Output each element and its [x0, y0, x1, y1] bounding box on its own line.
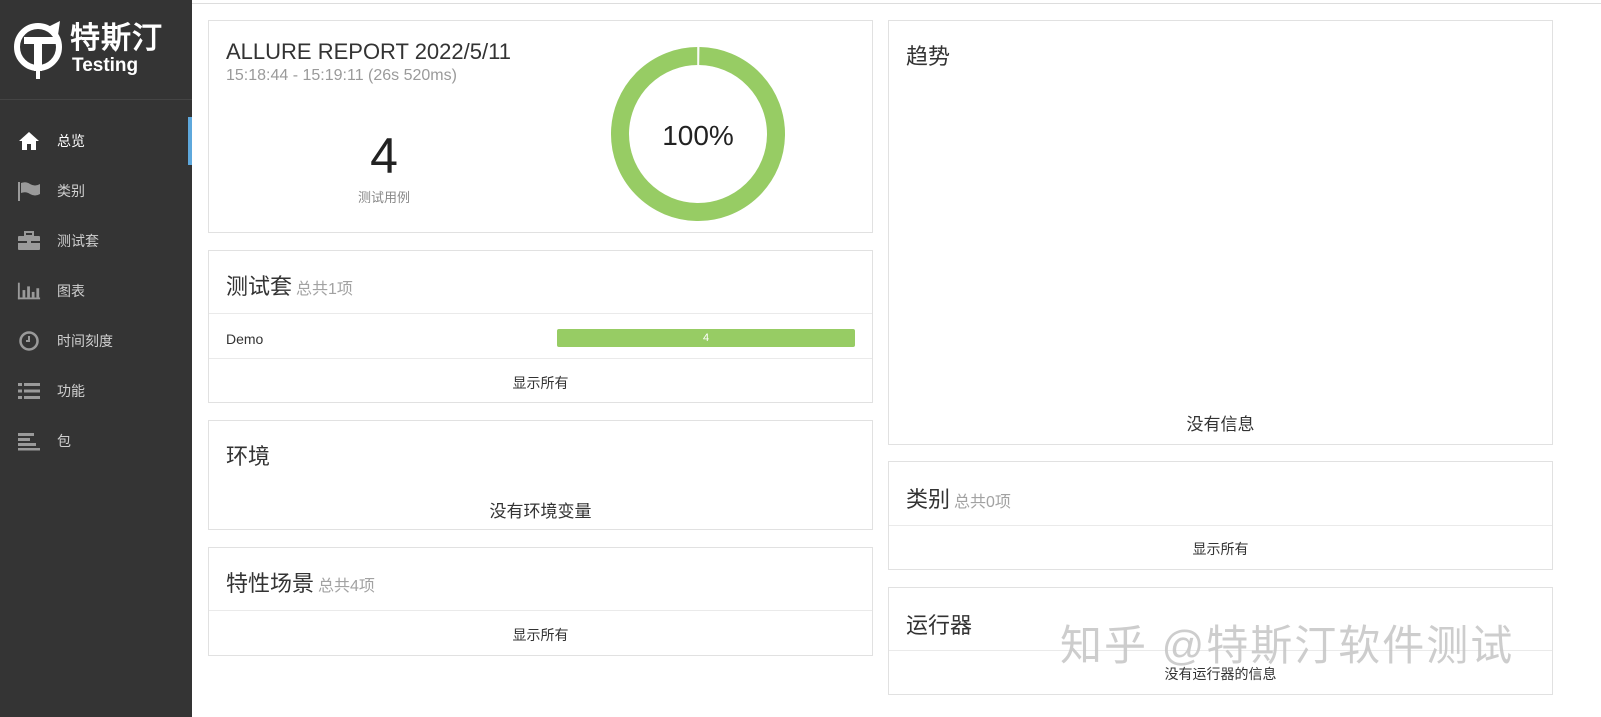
- features-show-all-link[interactable]: 显示所有: [209, 625, 872, 645]
- divider: [209, 610, 872, 611]
- sidebar-item-graphs[interactable]: 图表: [0, 266, 192, 316]
- divider: [209, 313, 872, 314]
- sidebar-item-label: 类别: [57, 183, 85, 199]
- sidebar-item-label: 包: [57, 433, 71, 449]
- suites-title-text: 测试套: [226, 274, 293, 299]
- suites-title: 测试套 总共1项: [226, 269, 353, 301]
- divider: [889, 525, 1552, 526]
- categories-title: 类别 总共0项: [906, 482, 1011, 514]
- sidebar: 特斯汀 Testing 总览 类别 测试套 图表 时间刻度 功能 包: [0, 0, 192, 717]
- test-cases-label: 测试用例: [357, 190, 410, 205]
- environment-empty-text: 没有环境变量: [489, 502, 592, 521]
- brand-logo-icon: [14, 20, 62, 79]
- sidebar-item-label: 测试套: [57, 233, 99, 249]
- sidebar-item-packages[interactable]: 包: [0, 416, 192, 466]
- features-title-text: 特性场景: [226, 571, 315, 596]
- sidebar-nav: 总览 类别 测试套 图表 时间刻度 功能 包: [0, 116, 192, 466]
- list-icon: [17, 379, 41, 403]
- divider: [209, 358, 872, 359]
- sidebar-item-categories[interactable]: 类别: [0, 166, 192, 216]
- environment-title: 环境: [226, 444, 271, 469]
- flag-icon: [17, 179, 41, 203]
- report-title: ALLURE REPORT 2022/5/11: [226, 39, 511, 64]
- divider: [889, 650, 1552, 651]
- brand-name-en: Testing: [72, 55, 139, 76]
- trend-title: 趋势: [906, 44, 951, 69]
- brand-logo[interactable]: 特斯汀 Testing: [0, 0, 192, 100]
- trend-widget: 趋势 没有信息: [888, 20, 1553, 445]
- summary-widget: ALLURE REPORT 2022/5/11 15:18:44 - 15:19…: [208, 20, 873, 233]
- sidebar-item-label: 图表: [57, 283, 85, 299]
- features-title: 特性场景 总共4项: [226, 566, 375, 598]
- sidebar-item-suites[interactable]: 测试套: [0, 216, 192, 266]
- briefcase-icon: [17, 229, 41, 253]
- features-widget: 特性场景 总共4项 显示所有: [208, 547, 873, 656]
- sidebar-item-overview[interactable]: 总览: [0, 116, 192, 166]
- align-left-icon: [17, 429, 41, 453]
- clock-icon: [17, 329, 41, 353]
- features-total: 总共4项: [318, 578, 375, 595]
- environment-widget: 环境 没有环境变量: [208, 420, 873, 530]
- sidebar-item-timeline[interactable]: 时间刻度: [0, 316, 192, 366]
- suites-show-all-link[interactable]: 显示所有: [209, 373, 872, 393]
- executors-title: 运行器: [906, 613, 973, 638]
- suite-row-bar[interactable]: 4: [557, 329, 855, 347]
- sidebar-item-behaviors[interactable]: 功能: [0, 366, 192, 416]
- brand-name-cn: 特斯汀: [70, 22, 163, 55]
- categories-total: 总共0项: [954, 494, 1011, 511]
- suites-widget: 测试套 总共1项 Demo 4 显示所有: [208, 250, 873, 403]
- pass-rate-donut[interactable]: 100%: [611, 47, 785, 221]
- sidebar-item-label: 总览: [57, 133, 85, 149]
- home-icon: [17, 129, 41, 153]
- test-cases-count: 4: [370, 128, 398, 184]
- categories-widget: 类别 总共0项 显示所有: [888, 461, 1553, 570]
- suite-row-name[interactable]: Demo: [226, 331, 263, 347]
- report-time-range: 15:18:44 - 15:19:11 (26s 520ms): [226, 67, 457, 84]
- suites-total: 总共1项: [296, 281, 353, 298]
- sidebar-item-label: 时间刻度: [57, 333, 113, 349]
- sidebar-item-label: 功能: [57, 383, 85, 399]
- categories-title-text: 类别: [906, 487, 951, 512]
- categories-show-all-link[interactable]: 显示所有: [889, 539, 1552, 559]
- pass-rate-percent: 100%: [662, 120, 734, 151]
- executors-widget: 运行器 没有运行器的信息: [888, 587, 1553, 695]
- executors-empty-text: 没有运行器的信息: [1164, 666, 1277, 682]
- top-divider: [192, 0, 1601, 4]
- trend-empty-text: 没有信息: [1186, 415, 1255, 434]
- bar-chart-icon: [17, 279, 41, 303]
